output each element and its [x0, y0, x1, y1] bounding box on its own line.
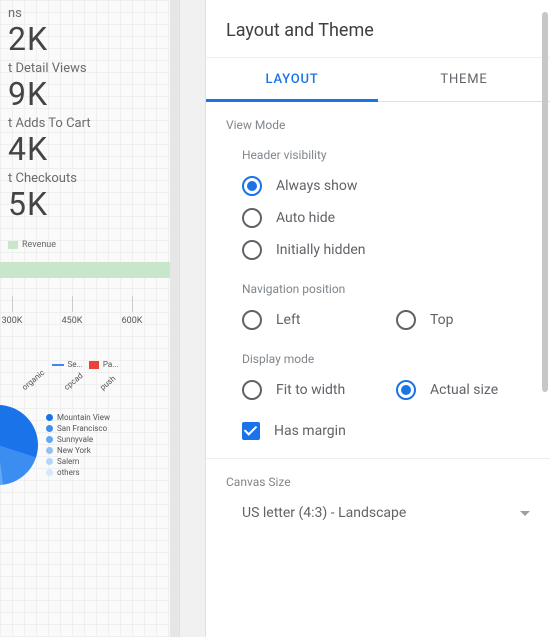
radio-icon: [242, 208, 262, 228]
pie-legend: Mountain View San Francisco Sunnyvale Ne…: [46, 411, 110, 479]
legend-box-icon: [89, 361, 99, 369]
panel-tabs: LAYOUT THEME: [206, 57, 550, 102]
legend-dot-icon: [46, 414, 53, 421]
legend-label: Se...: [68, 360, 83, 369]
pie-legend-item: others: [46, 468, 110, 477]
label-navigation-position: Navigation position: [206, 272, 550, 304]
pie-chart-area: 7.6% 6.9% Mountain View San Francisco Su…: [0, 405, 162, 485]
axis-ticks: 300K 450K 600K: [0, 296, 162, 356]
metric-label: t Detail Views: [8, 61, 162, 76]
pie-legend-item: New York: [46, 446, 110, 455]
metric-value: 9K: [8, 78, 162, 110]
legend-label: others: [57, 468, 80, 477]
legend-dot-icon: [46, 436, 53, 443]
axis-tick: 450K: [52, 316, 92, 326]
axis-tick: 600K: [112, 316, 152, 326]
radiogroup-display-mode: Fit to width Actual size: [206, 374, 550, 412]
chevron-down-icon: [520, 511, 530, 516]
checkbox-icon: [242, 422, 260, 440]
radio-label: Actual size: [430, 382, 498, 398]
radio-auto-hide[interactable]: Auto hide: [242, 202, 550, 234]
legend-dot-icon: [46, 458, 53, 465]
checkbox-label: Has margin: [274, 423, 346, 439]
pie-legend-item: Sunnyvale: [46, 435, 110, 444]
select-value: US letter (4:3) - Landscape: [242, 505, 406, 521]
metric-label: t Adds To Cart: [8, 116, 162, 131]
radiogroup-navigation-position: Left Top: [206, 304, 550, 342]
legend-label: Salem: [57, 457, 79, 466]
radio-label: Left: [276, 312, 300, 328]
metric-label: ns: [8, 6, 162, 21]
pie-chart: 7.6% 6.9%: [0, 405, 38, 485]
radiogroup-header-visibility: Always show Auto hide Initially hidden: [206, 170, 550, 272]
radio-label: Fit to width: [276, 382, 345, 398]
radio-label: Always show: [276, 178, 357, 194]
radio-icon: [242, 380, 262, 400]
radio-always-show[interactable]: Always show: [242, 170, 550, 202]
legend-label: Pa...: [103, 360, 119, 369]
legend-label: Mountain View: [57, 413, 110, 422]
legend-dot-icon: [46, 425, 53, 432]
radio-label: Auto hide: [276, 210, 335, 226]
metric-value: 5K: [8, 188, 162, 220]
radio-fit-to-width[interactable]: Fit to width: [242, 374, 396, 406]
radio-icon: [396, 380, 416, 400]
panel-title: Layout and Theme: [206, 0, 550, 57]
section-view-mode: View Mode: [206, 102, 550, 138]
legend-line-icon: [52, 364, 64, 366]
radio-nav-top[interactable]: Top: [396, 304, 550, 336]
radio-icon: [242, 310, 262, 330]
checkbox-has-margin[interactable]: Has margin: [206, 412, 550, 454]
category-label: push: [98, 374, 117, 392]
section-canvas-size: Canvas Size: [206, 459, 550, 495]
radio-actual-size[interactable]: Actual size: [396, 374, 550, 406]
label-header-visibility: Header visibility: [206, 138, 550, 170]
legend-label: Sunnyvale: [57, 435, 93, 444]
revenue-legend: Revenue: [8, 240, 162, 250]
metric-label: t Checkouts: [8, 171, 162, 186]
tab-theme[interactable]: THEME: [378, 58, 550, 101]
pie-legend-item: Mountain View: [46, 413, 110, 422]
report-canvas[interactable]: ns 2K t Detail Views 9K t Adds To Cart 4…: [0, 0, 179, 637]
category-labels: organic cpcad push: [0, 371, 168, 395]
label-display-mode: Display mode: [206, 342, 550, 374]
revenue-bar: [0, 262, 170, 278]
scrollbar[interactable]: [542, 12, 548, 392]
radio-nav-left[interactable]: Left: [242, 304, 396, 336]
legend-label: San Francisco: [57, 424, 107, 433]
legend-swatch: [8, 241, 18, 249]
pie-legend-item: Salem: [46, 457, 110, 466]
chart-legend: Se... Pa...: [8, 360, 162, 369]
category-label: organic: [20, 368, 46, 392]
legend-dot-icon: [46, 469, 53, 476]
legend-label: New York: [57, 446, 91, 455]
radio-icon: [396, 310, 416, 330]
radio-icon: [242, 240, 262, 260]
legend-label: Revenue: [22, 240, 56, 250]
tab-layout[interactable]: LAYOUT: [206, 58, 378, 101]
layout-theme-panel: Layout and Theme LAYOUT THEME View Mode …: [205, 0, 550, 637]
select-canvas-size[interactable]: US letter (4:3) - Landscape: [206, 495, 550, 531]
radio-label: Initially hidden: [276, 242, 366, 258]
report-column: ns 2K t Detail Views 9K t Adds To Cart 4…: [0, 0, 170, 637]
radio-icon: [242, 176, 262, 196]
pie-legend-item: San Francisco: [46, 424, 110, 433]
category-label: cpcad: [62, 371, 84, 392]
legend-dot-icon: [46, 447, 53, 454]
metric-value: 2K: [8, 23, 162, 55]
axis-tick: 300K: [0, 316, 32, 326]
radio-label: Top: [430, 312, 454, 328]
panel-gutter: [179, 0, 205, 637]
metric-value: 4K: [8, 133, 162, 165]
radio-initially-hidden[interactable]: Initially hidden: [242, 234, 550, 266]
